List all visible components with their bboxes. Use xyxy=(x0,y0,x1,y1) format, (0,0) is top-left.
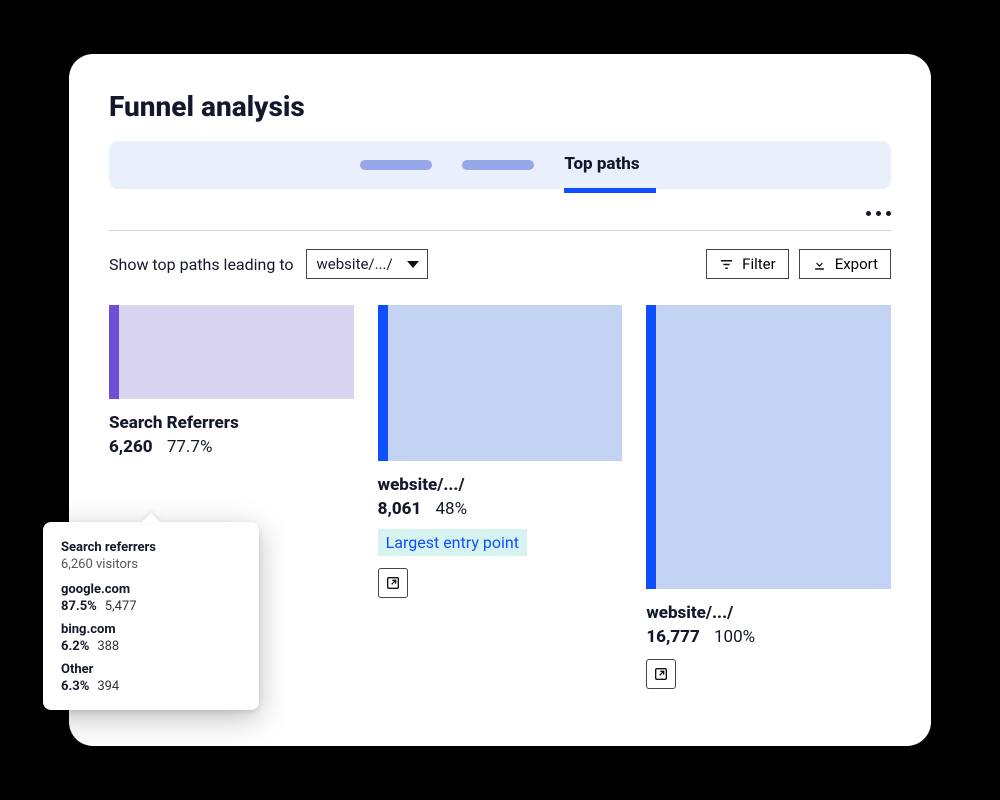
controls-row: Show top paths leading to website/.../ F… xyxy=(109,249,891,279)
step-title: website/.../ xyxy=(646,603,891,623)
funnel-bar xyxy=(109,305,354,399)
tooltip-domain: bing.com xyxy=(61,622,241,637)
step-count: 6,260 xyxy=(109,437,153,457)
path-select-value: website/.../ xyxy=(317,255,393,273)
step-title: website/.../ xyxy=(378,475,623,495)
step-percent: 100% xyxy=(714,627,755,647)
tooltip-pct: 87.5% xyxy=(61,599,97,614)
tooltip-pct: 6.2% xyxy=(61,639,89,654)
export-label: Export xyxy=(835,255,878,273)
path-select[interactable]: website/.../ xyxy=(306,249,428,279)
funnel-analysis-window: Funnel analysis Top paths Show top paths… xyxy=(69,54,931,746)
referrer-breakdown-tooltip: Search referrers 6,260 visitors google.c… xyxy=(43,522,259,710)
funnel-bar xyxy=(378,305,623,461)
open-step-button[interactable] xyxy=(646,659,676,689)
tooltip-domain: google.com xyxy=(61,582,241,597)
bar-accent xyxy=(109,305,119,399)
filter-label: Filter xyxy=(742,255,776,273)
tab-top-paths[interactable]: Top paths xyxy=(564,154,639,177)
step-title: Search Referrers xyxy=(109,413,354,433)
tooltip-domain: Other xyxy=(61,662,241,677)
funnel-bar xyxy=(646,305,891,589)
bar-accent xyxy=(378,305,388,461)
funnel-step-2[interactable]: website/.../ 8,061 48% Largest entry poi… xyxy=(378,305,623,598)
bar-accent xyxy=(646,305,656,589)
step-count: 8,061 xyxy=(378,499,422,519)
tab-placeholder-2[interactable] xyxy=(462,160,534,170)
funnel-step-1[interactable]: Search Referrers 6,260 77.7% xyxy=(109,305,354,457)
largest-entry-badge: Largest entry point xyxy=(378,529,527,556)
tab-underline xyxy=(564,188,656,193)
tooltip-count: 388 xyxy=(97,639,119,654)
tab-placeholder-1[interactable] xyxy=(360,160,432,170)
controls-prompt: Show top paths leading to xyxy=(109,255,294,274)
page-title: Funnel analysis xyxy=(109,90,891,123)
filter-button[interactable]: Filter xyxy=(706,249,789,279)
step-count: 16,777 xyxy=(646,627,699,647)
tooltip-row: Other 6.3% 394 xyxy=(61,662,241,694)
tooltip-subtitle: 6,260 visitors xyxy=(61,557,241,572)
tooltip-title: Search referrers xyxy=(61,540,241,555)
chevron-down-icon xyxy=(407,261,419,268)
tooltip-pct: 6.3% xyxy=(61,679,89,694)
tooltip-count: 5,477 xyxy=(105,599,137,614)
funnel-step-3[interactable]: website/.../ 16,777 100% xyxy=(646,305,891,689)
tab-label: Top paths xyxy=(564,154,639,174)
tooltip-row: bing.com 6.2% 388 xyxy=(61,622,241,654)
step-percent: 48% xyxy=(436,499,468,519)
open-step-button[interactable] xyxy=(378,568,408,598)
more-menu-button[interactable] xyxy=(866,211,891,216)
tooltip-row: google.com 87.5% 5,477 xyxy=(61,582,241,614)
download-icon xyxy=(812,257,827,272)
divider xyxy=(109,230,891,231)
tooltip-count: 394 xyxy=(97,679,119,694)
filter-icon xyxy=(719,257,734,272)
export-button[interactable]: Export xyxy=(799,249,891,279)
tab-bar: Top paths xyxy=(109,141,891,189)
step-percent: 77.7% xyxy=(167,437,213,457)
